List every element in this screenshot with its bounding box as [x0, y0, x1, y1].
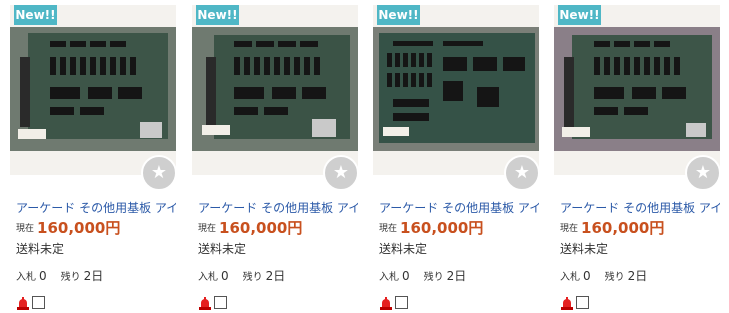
price-row: 現在 160,000円 [198, 217, 302, 238]
current-price: 160,000円 [37, 219, 121, 237]
listing-card[interactable]: New!! ★ アーケード その他用基板 アイレ… 現在160,000円 送料未… [550, 5, 721, 311]
current-price: 160,000円 [400, 219, 484, 237]
listing-title-link[interactable]: アーケード その他用基板 アイレ… [379, 199, 539, 216]
current-price: 160,000円 [581, 219, 665, 237]
new-badge: New!! [558, 5, 601, 25]
status-icons [379, 292, 408, 311]
bid-info: 入札 0 残り 2日 [198, 267, 285, 284]
circuit-board-image [373, 27, 539, 151]
product-thumbnail[interactable]: New!! ★ [554, 5, 721, 191]
checkbox-icon[interactable] [576, 296, 589, 309]
time-remaining: 2日 [627, 269, 648, 283]
price-label: 現在 [16, 224, 35, 234]
price-row: 現在 160,000円 [16, 217, 120, 238]
current-price: 160,000円 [219, 219, 303, 237]
listing-title-link[interactable]: アーケード その他用基板 アイレ… [198, 199, 358, 216]
checkbox-icon[interactable] [32, 296, 45, 309]
listing-card[interactable]: New!! ★ アーケード その他用基板 アイレ… 現在160,000円 送料未… [6, 5, 177, 311]
bid-info: 入札 0 残り 2日 [379, 267, 466, 284]
circuit-board-image [554, 27, 720, 151]
time-remaining: 2日 [83, 269, 104, 283]
bids-label: 入札 [16, 272, 36, 283]
listing-card[interactable]: New!! ★ アーケード その他用基板 アイレ… 現在160,000円 送料未… [369, 5, 540, 311]
price-label: 現在 [379, 224, 398, 234]
red-siren-icon [17, 296, 29, 310]
status-icons [16, 292, 45, 311]
bid-info: 入札 0 残り 2日 [16, 267, 103, 284]
remaining-label: 残り [60, 272, 81, 283]
product-thumbnail[interactable]: New!! ★ [373, 5, 540, 191]
bid-count: 0 [221, 269, 229, 283]
red-siren-icon [561, 296, 573, 310]
bid-info: 入札 0 残り 2日 [560, 267, 647, 284]
bid-count: 0 [39, 269, 47, 283]
shipping-info: 送料未定 [560, 242, 609, 256]
listing-card[interactable]: New!! ★ アーケード その他用基板 アイレ… 現在160,000円 送料未… [188, 5, 359, 311]
status-icons [560, 292, 589, 311]
checkbox-icon[interactable] [395, 296, 408, 309]
star-icon[interactable]: ★ [685, 155, 721, 191]
star-icon[interactable]: ★ [323, 155, 359, 191]
remaining-label: 残り [242, 272, 263, 283]
price-row: 現在 160,000円 [560, 217, 664, 238]
new-badge: New!! [196, 5, 239, 25]
price-label: 現在 [198, 224, 217, 234]
remaining-label: 残り [423, 272, 444, 283]
listing-title-link[interactable]: アーケード その他用基板 アイレ… [560, 199, 720, 216]
bids-label: 入札 [198, 272, 218, 283]
shipping-info: 送料未定 [198, 242, 247, 256]
red-siren-icon [380, 296, 392, 310]
time-remaining: 2日 [446, 269, 467, 283]
listing-title-link[interactable]: アーケード その他用基板 アイレ… [16, 199, 176, 216]
checkbox-icon[interactable] [214, 296, 227, 309]
new-badge: New!! [377, 5, 420, 25]
star-icon[interactable]: ★ [141, 155, 177, 191]
red-siren-icon [199, 296, 211, 310]
product-thumbnail[interactable]: New!! ★ [10, 5, 177, 191]
shipping-info: 送料未定 [379, 242, 428, 256]
price-row: 現在 160,000円 [379, 217, 483, 238]
time-remaining: 2日 [265, 269, 286, 283]
new-badge: New!! [14, 5, 57, 25]
circuit-board-image [10, 27, 176, 151]
bids-label: 入札 [560, 272, 580, 283]
bid-count: 0 [583, 269, 591, 283]
product-thumbnail[interactable]: New!! ★ [192, 5, 359, 191]
status-icons [198, 292, 227, 311]
price-label: 現在 [560, 224, 579, 234]
shipping-info: 送料未定 [16, 242, 65, 256]
circuit-board-image [192, 27, 358, 151]
star-icon[interactable]: ★ [504, 155, 540, 191]
bid-count: 0 [402, 269, 410, 283]
bids-label: 入札 [379, 272, 399, 283]
remaining-label: 残り [604, 272, 625, 283]
